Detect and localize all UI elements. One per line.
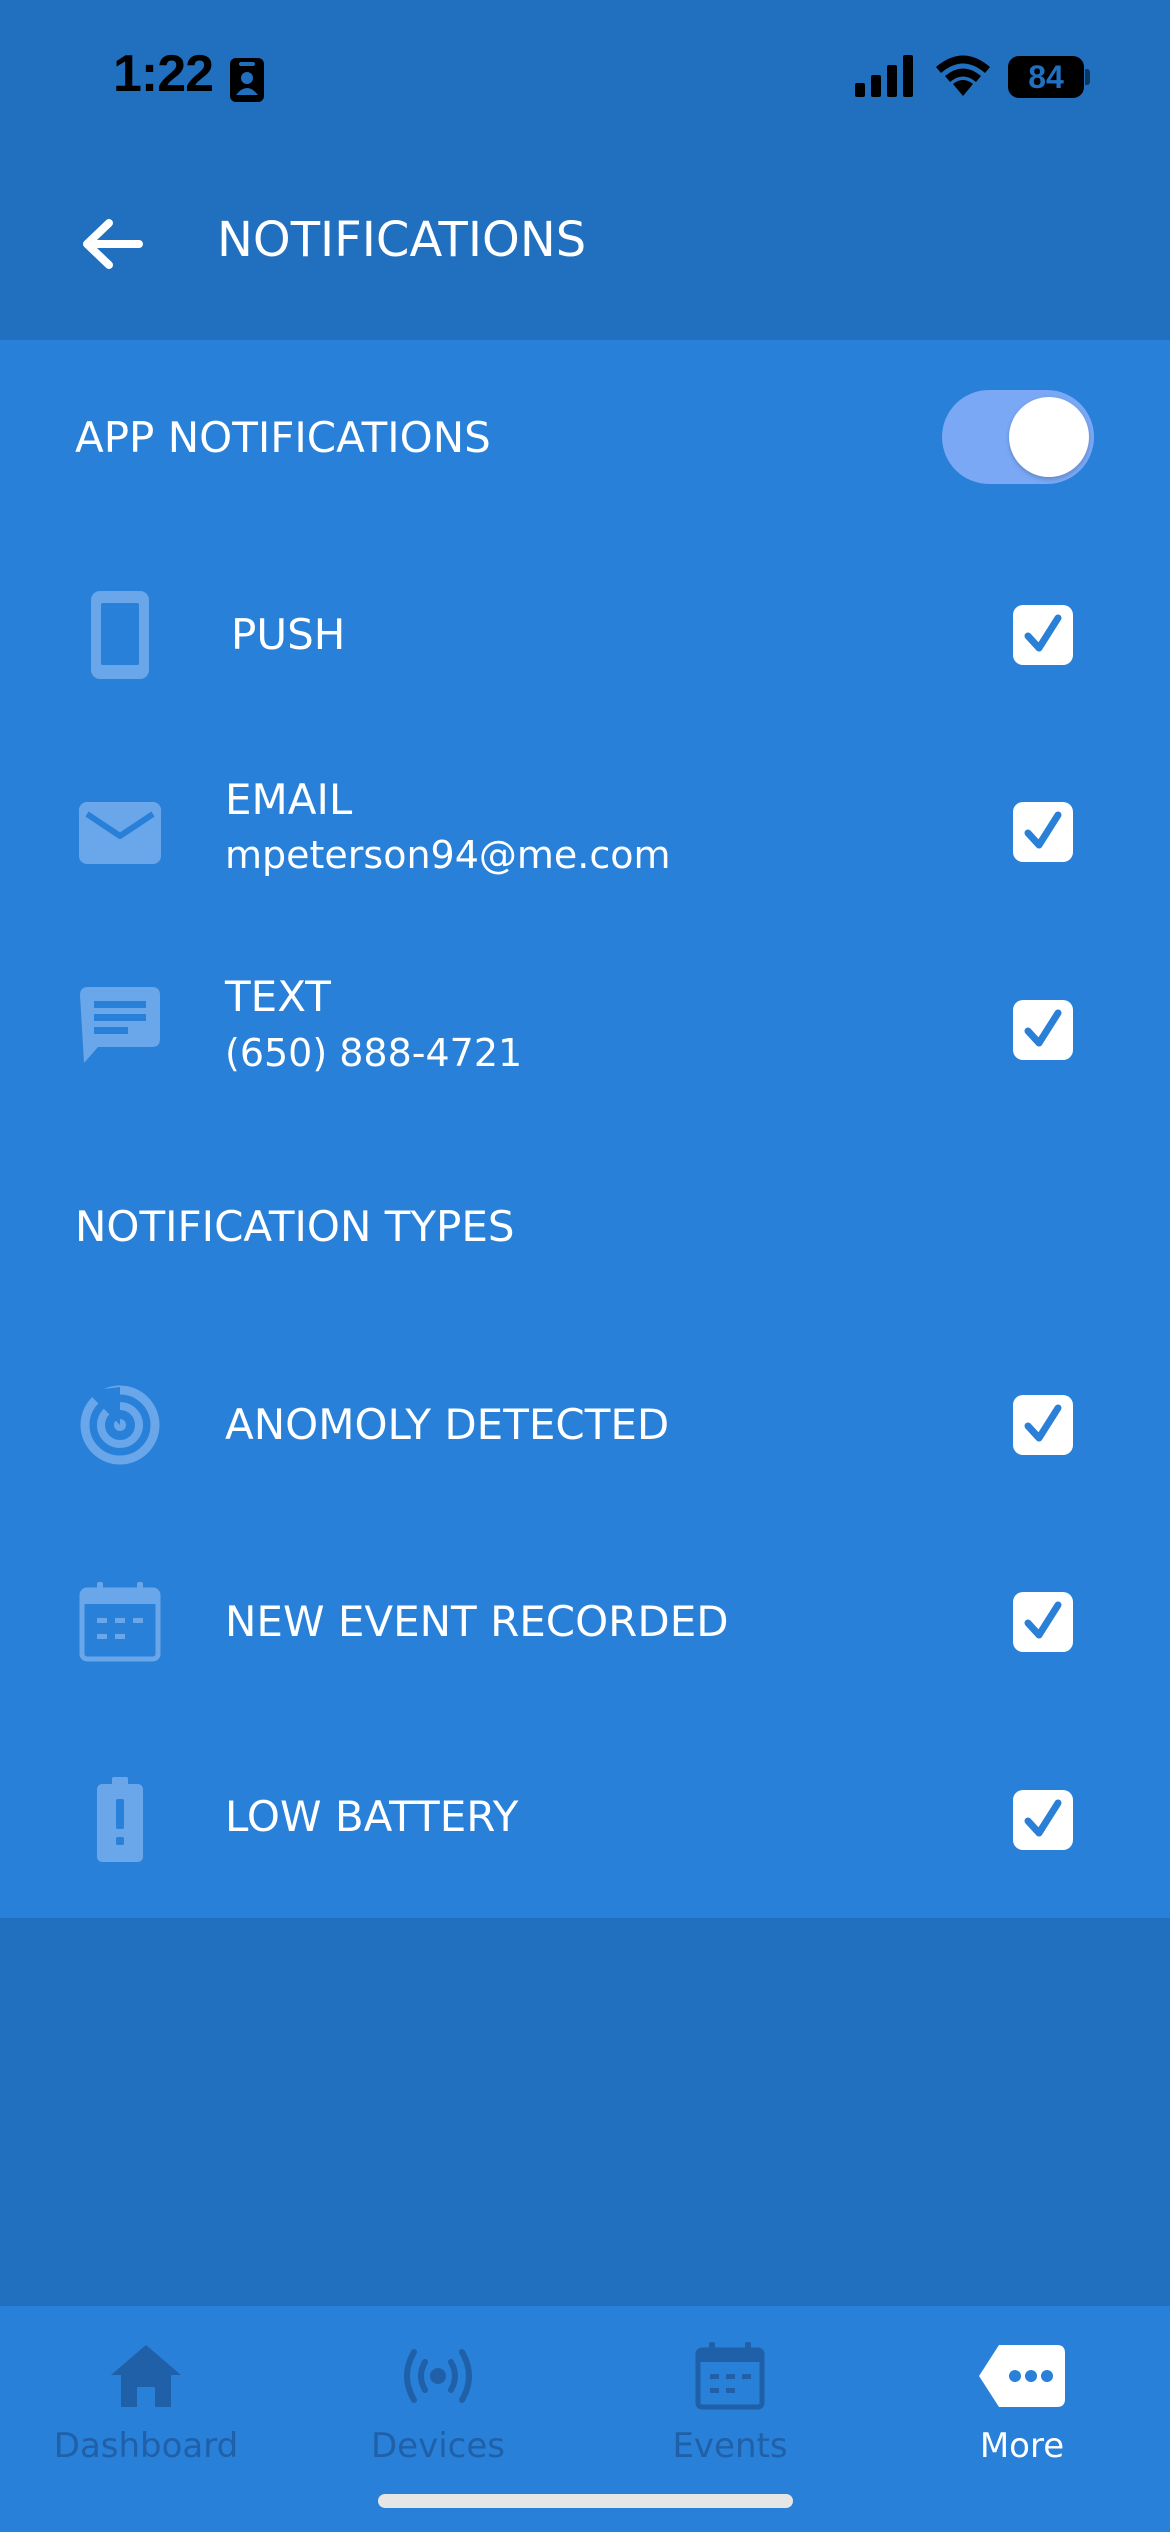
type-anomaly-row: ANOMOLY DETECTED [0,1345,1170,1505]
type-label: NEW EVENT RECORDED [225,1597,729,1646]
message-icon [78,978,162,1074]
battery-cap [1085,69,1090,85]
wifi-icon [936,55,990,96]
app-notifications-title: APP NOTIFICATIONS [75,413,491,462]
tab-events[interactable]: Events [584,2306,876,2506]
check-icon [1024,1009,1062,1047]
phone-icon [78,587,162,683]
type-label: LOW BATTERY [225,1792,519,1841]
back-button[interactable] [72,204,152,284]
channel-phone-number: (650) 888-4721 [225,1031,523,1075]
type-label: ANOMOLY DETECTED [225,1400,670,1449]
toggle-knob [1009,397,1089,477]
app-notifications-toggle[interactable] [942,390,1094,484]
radar-icon [78,1377,162,1473]
notification-types-title: NOTIFICATION TYPES [75,1202,515,1251]
notifications-panel: APP NOTIFICATIONS PUSH EMAIL mpeterson94… [0,340,1170,1918]
tab-label: Events [672,2426,788,2466]
tab-label: Devices [371,2426,505,2466]
email-checkbox[interactable] [1013,802,1073,862]
tab-label: More [979,2426,1065,2466]
tab-more[interactable]: More [876,2306,1168,2506]
check-icon [1024,614,1062,652]
home-icon [0,2338,292,2414]
mail-icon [78,785,162,881]
channel-email-row: EMAIL mpeterson94@me.com [0,752,1170,912]
header: NOTIFICATIONS [0,150,1170,340]
channel-text-row: TEXT (650) 888-4721 [0,950,1170,1110]
cellular-signal-icon [855,55,913,97]
tab-devices[interactable]: Devices [292,2306,584,2506]
home-indicator [378,2494,793,2508]
channel-push-row: PUSH [0,555,1170,715]
calendar-icon [584,2338,876,2414]
id-card-icon [230,58,264,102]
type-low-battery-row: LOW BATTERY [0,1740,1170,1900]
battery-indicator: 84 [1008,56,1090,98]
battery-level: 84 [1028,58,1064,95]
anomaly-checkbox[interactable] [1013,1395,1073,1455]
low-battery-checkbox[interactable] [1013,1790,1073,1850]
check-icon [1024,1404,1062,1442]
channel-email-address: mpeterson94@me.com [225,833,671,877]
new-event-checkbox[interactable] [1013,1592,1073,1652]
arrow-left-icon [83,219,143,269]
channel-label: TEXT [225,972,331,1021]
status-time: 1:22 [113,45,214,103]
calendar-icon [78,1574,162,1670]
check-icon [1024,1601,1062,1639]
tab-label: Dashboard [53,2426,239,2466]
push-checkbox[interactable] [1013,605,1073,665]
check-icon [1024,1799,1062,1837]
battery-body: 84 [1008,56,1084,98]
battery-alert-icon [78,1772,162,1868]
status-bar: 1:22 84 [0,0,1170,150]
check-icon [1024,811,1062,849]
text-checkbox[interactable] [1013,1000,1073,1060]
page-title: NOTIFICATIONS [217,212,587,268]
more-icon [876,2338,1168,2414]
channel-label: PUSH [231,610,346,659]
tab-dashboard[interactable]: Dashboard [0,2306,292,2506]
type-new-event-row: NEW EVENT RECORDED [0,1542,1170,1702]
channel-label: EMAIL [225,775,353,824]
broadcast-icon [292,2338,584,2414]
